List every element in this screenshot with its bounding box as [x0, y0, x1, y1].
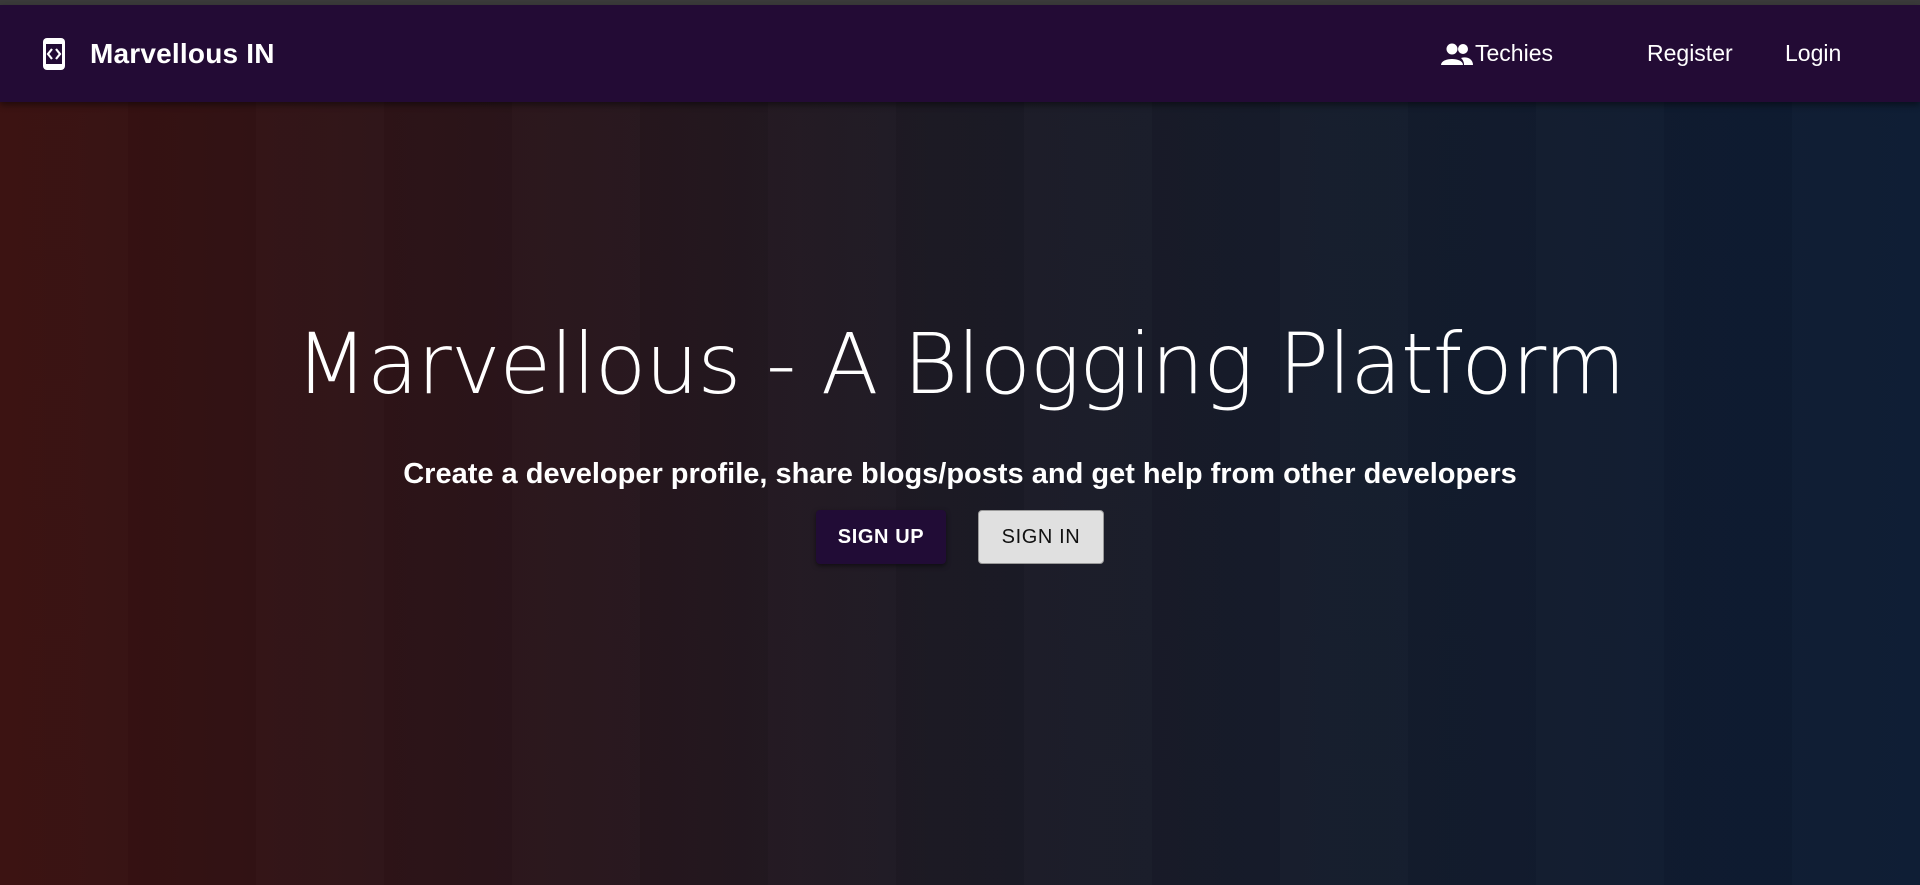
code-device-icon [40, 36, 68, 72]
sign-in-button[interactable]: SIGN IN [978, 510, 1104, 564]
people-icon [1440, 42, 1474, 66]
nav-login-label: Login [1785, 40, 1842, 66]
sign-up-button[interactable]: SIGN UP [816, 510, 946, 564]
hero-title: Marvellous - A Blogging Platform [295, 315, 1625, 413]
navbar: Marvellous IN Techies Register Login [0, 5, 1920, 102]
nav-techies-link[interactable]: Techies [1440, 5, 1553, 102]
brand[interactable]: Marvellous IN [40, 5, 275, 102]
hero-buttons: SIGN UP SIGN IN [0, 510, 1920, 566]
nav-login-link[interactable]: Login [1785, 5, 1841, 102]
hero-background [0, 102, 1920, 885]
brand-title: Marvellous IN [90, 37, 275, 69]
nav-register-link[interactable]: Register [1647, 5, 1733, 102]
hero-subtitle: Create a developer profile, share blogs/… [403, 458, 1517, 490]
nav-register-label: Register [1647, 40, 1733, 66]
nav-techies-label: Techies [1475, 40, 1553, 66]
hero-section: Marvellous - A Blogging Platform Create … [0, 102, 1920, 885]
